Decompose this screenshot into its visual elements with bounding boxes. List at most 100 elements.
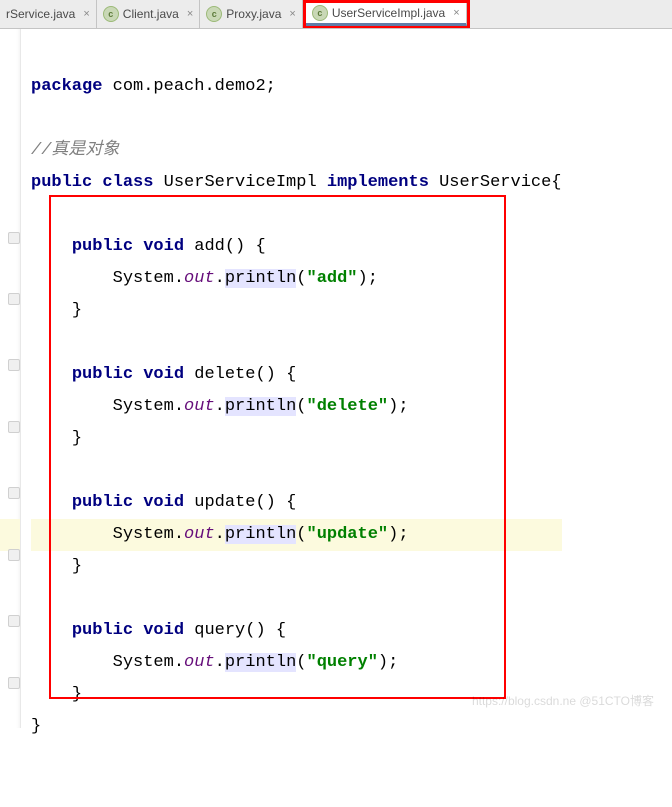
close-icon[interactable]: × [187, 8, 193, 20]
str-query: query [317, 653, 368, 672]
tab-label: UserServiceImpl.java [332, 6, 445, 20]
pclose: ) [388, 397, 398, 416]
close-icon[interactable]: × [289, 8, 295, 20]
kw-void: void [143, 365, 194, 384]
quote: " [306, 269, 316, 288]
indent [31, 621, 72, 640]
kw-void: void [143, 621, 194, 640]
quote: " [378, 397, 388, 416]
tab-label: rService.java [6, 7, 75, 21]
interface-name: UserService{ [439, 173, 561, 192]
indent [31, 525, 113, 544]
close-brace: } [72, 685, 82, 704]
tab-rservice[interactable]: rService.java × [0, 0, 97, 28]
out-field: out [184, 525, 215, 544]
fold-marker-icon[interactable] [8, 421, 20, 433]
kw-public: public [72, 237, 143, 256]
dot: . [215, 397, 225, 416]
package-name: com.peach.demo2 [113, 77, 266, 96]
pclose: ) [358, 269, 368, 288]
quote: " [378, 525, 388, 544]
fold-marker-icon[interactable] [8, 615, 20, 627]
semi: ; [388, 653, 398, 672]
code-editor[interactable]: package com.peach.demo2; //真是对象 public c… [0, 29, 672, 728]
indent [31, 397, 113, 416]
fold-marker-icon[interactable] [8, 677, 20, 689]
class-icon: c [312, 5, 328, 21]
indent [31, 269, 113, 288]
indent [31, 557, 72, 576]
out-field: out [184, 269, 215, 288]
kw-implements: implements [327, 173, 439, 192]
kw-public: public [72, 365, 143, 384]
popen: ( [296, 397, 306, 416]
tab-highlight-box: c UserServiceImpl.java × [303, 0, 470, 28]
tab-label: Proxy.java [226, 7, 281, 21]
paren-brace: () { [255, 365, 296, 384]
paren-brace: () { [225, 237, 266, 256]
println-call: println [225, 653, 296, 672]
code-body[interactable]: package com.peach.demo2; //真是对象 public c… [21, 29, 562, 728]
println-call: println [225, 397, 296, 416]
class-icon: c [206, 6, 222, 22]
tab-proxy[interactable]: c Proxy.java × [200, 0, 303, 28]
semi: ; [398, 397, 408, 416]
fold-marker-icon[interactable] [8, 293, 20, 305]
semi: ; [266, 77, 276, 96]
paren-brace: () { [255, 493, 296, 512]
kw-public: public [72, 493, 143, 512]
fold-marker-icon[interactable] [8, 232, 20, 244]
caret-line-gutter [0, 519, 20, 551]
quote: " [306, 525, 316, 544]
indent [31, 365, 72, 384]
println-call: println [225, 525, 296, 544]
kw-package: package [31, 77, 113, 96]
kw-public: public [31, 173, 102, 192]
close-icon[interactable]: × [453, 7, 459, 19]
kw-class: class [102, 173, 163, 192]
watermark-text: https://blog.csdn.ne @51CTO博客 [472, 692, 654, 709]
dot: . [215, 653, 225, 672]
quote: " [306, 653, 316, 672]
method-delete: delete [194, 365, 255, 384]
out-field: out [184, 397, 215, 416]
popen: ( [296, 525, 306, 544]
indent [31, 429, 72, 448]
paren-brace: () { [245, 621, 286, 640]
method-update: update [194, 493, 255, 512]
close-brace: } [72, 557, 82, 576]
indent [31, 493, 72, 512]
sys: System. [113, 269, 184, 288]
tab-client[interactable]: c Client.java × [97, 0, 200, 28]
quote: " [306, 397, 316, 416]
str-add: add [317, 269, 348, 288]
semi: ; [398, 525, 408, 544]
fold-marker-icon[interactable] [8, 359, 20, 371]
caret-line: System.out.println("update"); [31, 519, 562, 551]
fold-marker-icon[interactable] [8, 549, 20, 561]
pclose: ) [378, 653, 388, 672]
out-field: out [184, 653, 215, 672]
popen: ( [296, 269, 306, 288]
quote: " [368, 653, 378, 672]
close-icon[interactable]: × [83, 8, 89, 20]
gutter [0, 29, 21, 728]
sys: System. [113, 397, 184, 416]
tab-label: Client.java [123, 7, 179, 21]
class-icon: c [103, 6, 119, 22]
tab-userserviceimpl[interactable]: c UserServiceImpl.java × [306, 3, 467, 26]
kw-void: void [143, 493, 194, 512]
println-call: println [225, 269, 296, 288]
editor-tab-bar: rService.java × c Client.java × c Proxy.… [0, 0, 672, 29]
fold-marker-icon[interactable] [8, 487, 20, 499]
comment-line: //真是对象 [31, 141, 119, 160]
quote: " [347, 269, 357, 288]
kw-public: public [72, 621, 143, 640]
pclose: ) [388, 525, 398, 544]
semi: ; [368, 269, 378, 288]
indent [31, 301, 72, 320]
close-brace: } [72, 429, 82, 448]
class-name: UserServiceImpl [164, 173, 327, 192]
dot: . [215, 269, 225, 288]
sys: System. [113, 653, 184, 672]
